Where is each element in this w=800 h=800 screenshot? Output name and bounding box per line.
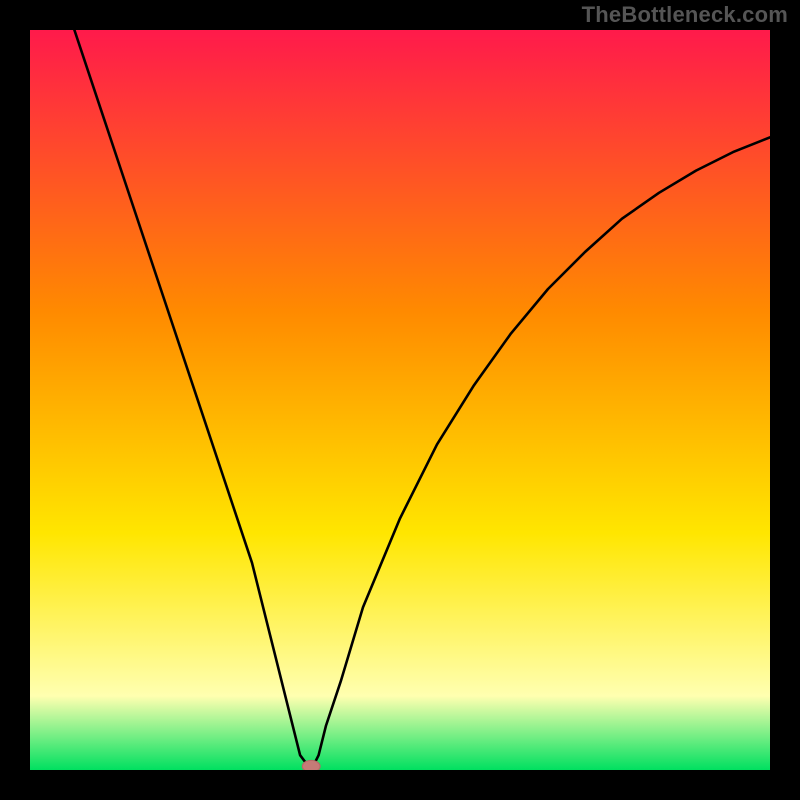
gradient-background (30, 30, 770, 770)
optimal-marker (302, 760, 320, 770)
chart-frame: TheBottleneck.com (0, 0, 800, 800)
bottleneck-plot (30, 30, 770, 770)
plot-area (30, 30, 770, 770)
watermark-text: TheBottleneck.com (582, 2, 788, 28)
